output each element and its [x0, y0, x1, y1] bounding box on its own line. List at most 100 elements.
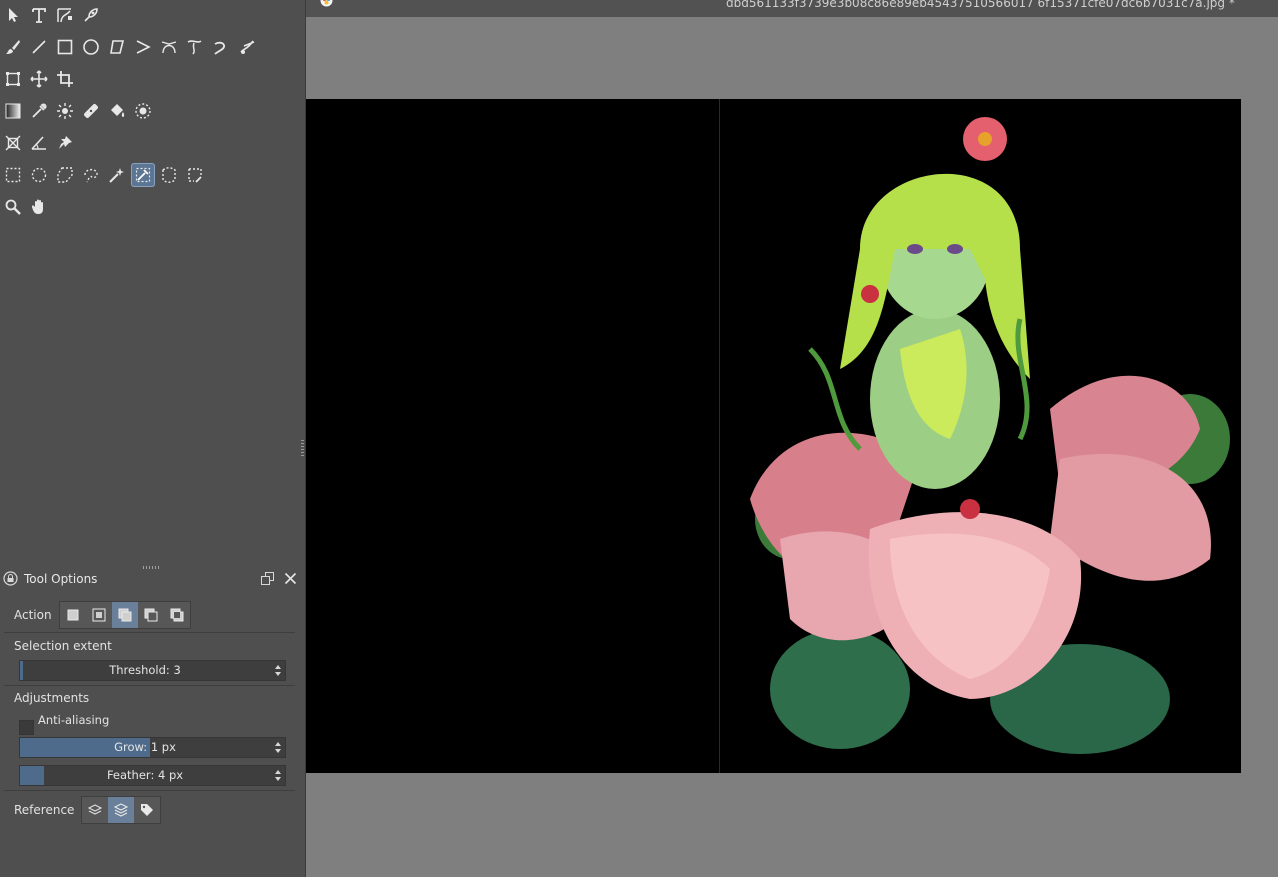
measure-icon	[31, 136, 46, 150]
document-title: dbd561133f3739e3b08c86e89eb4543751056601…	[726, 0, 1235, 10]
freehand-path-icon	[187, 40, 202, 55]
action-add-button[interactable]	[112, 602, 138, 628]
bezier-select-tool[interactable]	[157, 163, 181, 187]
ellipse-icon	[83, 39, 99, 55]
select-shapes-tool[interactable]	[1, 3, 25, 27]
tool-options-title: Tool Options	[24, 572, 98, 586]
ellipse-select-tool[interactable]	[27, 163, 51, 187]
section-divider	[4, 685, 295, 686]
image-canvas[interactable]	[306, 99, 1241, 773]
add-selection-icon	[118, 608, 132, 622]
similar-select-tool[interactable]	[131, 163, 155, 187]
dynamic-brush-tool[interactable]	[209, 35, 233, 59]
move-tool[interactable]	[27, 67, 51, 91]
colorize-mask-icon	[57, 103, 73, 119]
pan-icon	[31, 199, 43, 214]
dynamic-brush-icon	[214, 41, 225, 55]
gradient-tool[interactable]	[1, 99, 25, 123]
tag-icon	[141, 804, 153, 816]
transform-tool[interactable]	[1, 67, 25, 91]
action-intersect-button[interactable]	[86, 602, 112, 628]
freehand-select-icon	[84, 168, 98, 183]
spin-arrows-icon[interactable]	[273, 767, 283, 784]
crop-tool[interactable]	[53, 67, 77, 91]
brush-icon	[6, 40, 20, 54]
pan-tool[interactable]	[27, 195, 51, 219]
fill-tool[interactable]	[105, 99, 129, 123]
anti-aliasing-label: Anti-aliasing	[38, 713, 110, 727]
polyline-tool[interactable]	[131, 35, 155, 59]
spin-arrows-icon[interactable]	[273, 662, 283, 679]
rect-select-tool[interactable]	[1, 163, 25, 187]
krita-app-icon	[320, 0, 333, 7]
select-icon	[9, 8, 18, 22]
text-tool[interactable]	[27, 3, 51, 27]
rectangle-icon	[57, 39, 73, 55]
intersect-selection-icon	[92, 608, 106, 622]
anti-aliasing-checkbox[interactable]	[19, 720, 34, 735]
zoom-icon	[5, 199, 21, 215]
grow-spinbox[interactable]: Grow: 1 px	[19, 737, 286, 758]
transform-icon	[6, 72, 20, 86]
gradient-icon	[5, 103, 21, 119]
selection-extent-label: Selection extent	[14, 639, 112, 653]
replace-selection-icon	[67, 609, 79, 621]
reference-color-labeled-button[interactable]	[134, 797, 160, 823]
enclose-fill-icon	[135, 103, 151, 119]
reference-all-layers-button[interactable]	[108, 797, 134, 823]
colorize-mask-tool[interactable]	[53, 99, 77, 123]
section-divider	[4, 632, 295, 633]
close-icon[interactable]	[283, 571, 298, 586]
spin-arrows-icon[interactable]	[273, 739, 283, 756]
calligraphy-tool[interactable]	[79, 3, 103, 27]
polyline-icon	[136, 40, 151, 54]
freehand-path-tool[interactable]	[183, 35, 207, 59]
assistant-tool[interactable]	[1, 131, 25, 155]
bezier-tool[interactable]	[157, 35, 181, 59]
color-picker-icon	[32, 103, 47, 118]
bezier-icon	[161, 41, 177, 54]
brush-tool[interactable]	[1, 35, 25, 59]
action-symmetric-difference-button[interactable]	[164, 602, 190, 628]
reference-pin-tool[interactable]	[53, 131, 77, 155]
splitter-grip[interactable]	[301, 440, 304, 458]
rect-select-icon	[5, 167, 21, 183]
section-divider	[4, 790, 295, 791]
float-panel-icon[interactable]	[260, 571, 275, 586]
bezier-select-icon	[162, 167, 176, 183]
layers-stack-icon	[113, 803, 129, 817]
assistant-icon	[5, 135, 21, 151]
edit-shapes-tool[interactable]	[53, 3, 77, 27]
smart-patch-tool[interactable]	[79, 99, 103, 123]
polygon-tool[interactable]	[105, 35, 129, 59]
enclose-fill-tool[interactable]	[131, 99, 155, 123]
feather-spinbox[interactable]: Feather: 4 px	[19, 765, 286, 786]
contiguous-select-tool[interactable]	[105, 163, 129, 187]
contiguous-select-icon	[109, 168, 124, 183]
lock-icon[interactable]	[3, 571, 18, 586]
freehand-select-tool[interactable]	[79, 163, 103, 187]
action-mode-group	[59, 601, 191, 629]
multibrush-tool[interactable]	[235, 35, 259, 59]
line-tool[interactable]	[27, 35, 51, 59]
rectangle-tool[interactable]	[53, 35, 77, 59]
threshold-spinbox[interactable]: Threshold: 3	[19, 660, 286, 681]
reference-current-layer-button[interactable]	[82, 797, 108, 823]
measure-tool[interactable]	[27, 131, 51, 155]
zoom-tool[interactable]	[1, 195, 25, 219]
polygon-select-tool[interactable]	[53, 163, 77, 187]
edit-shapes-icon	[57, 8, 72, 23]
smart-patch-icon	[84, 104, 98, 118]
symmetric-difference-icon	[170, 608, 184, 622]
reference-mode-group	[81, 796, 161, 824]
document-title-bar: dbd561133f3739e3b08c86e89eb4543751056601…	[306, 0, 1278, 17]
grow-text: Grow: 1 px	[114, 740, 176, 754]
move-icon	[30, 70, 48, 88]
ellipse-tool[interactable]	[79, 35, 103, 59]
crop-icon	[57, 71, 73, 87]
action-replace-button[interactable]	[60, 602, 86, 628]
feather-text: Feather: 4 px	[106, 768, 184, 782]
color-picker-tool[interactable]	[27, 99, 51, 123]
magnetic-select-tool[interactable]	[183, 163, 207, 187]
action-subtract-button[interactable]	[138, 602, 164, 628]
